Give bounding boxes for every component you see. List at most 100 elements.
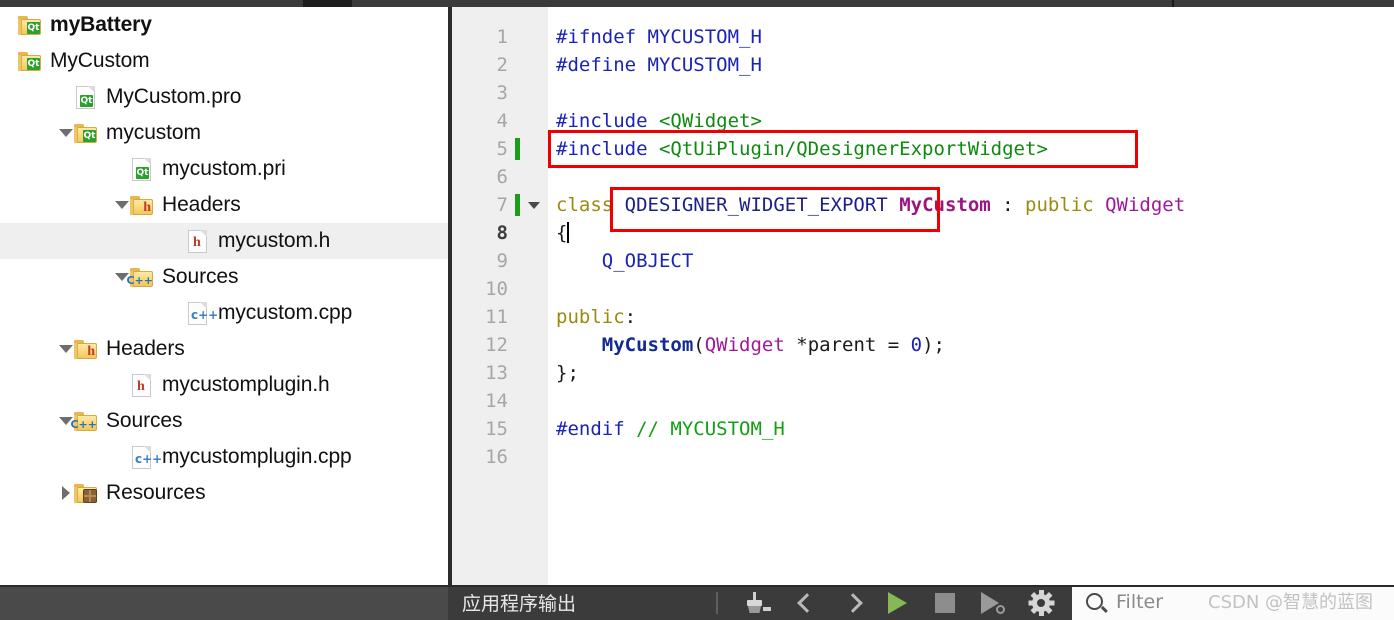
tree-item-sources[interactable]: C++ Sources	[0, 403, 448, 439]
code-token: {	[556, 222, 568, 244]
code-token: );	[922, 334, 945, 356]
code-token: :	[624, 306, 637, 328]
line-number: 14	[485, 390, 508, 412]
search-icon	[1086, 593, 1103, 610]
gutter-line: 6	[452, 163, 548, 191]
code-token: MyCustom	[899, 194, 991, 216]
line-number: 16	[485, 446, 508, 468]
stop-icon	[935, 593, 955, 613]
debug-button[interactable]	[976, 590, 1010, 616]
gutter-line: 15	[452, 415, 548, 443]
gutter-line: 7	[452, 191, 548, 219]
tree-item-sources[interactable]: C++ Sources	[0, 259, 448, 295]
project-tree-panel[interactable]: Qt myBattery Qt MyCustom Qt MyCustom.pro Qt myc…	[0, 7, 448, 585]
broom-icon	[744, 592, 771, 614]
qt-file-icon: Qt	[72, 84, 98, 110]
change-marker	[515, 138, 520, 160]
code-token: #include	[556, 110, 659, 132]
gutter-line: 4	[452, 107, 548, 135]
active-tab-marker[interactable]	[303, 0, 352, 7]
text-caret	[567, 222, 570, 243]
line-number: 8	[496, 222, 508, 244]
chevron-right-icon	[843, 593, 863, 613]
code-token: <QWidget>	[658, 110, 762, 132]
code-token: public	[556, 306, 625, 328]
tree-item-label: MyCustom	[50, 49, 150, 72]
gutter-line: 14	[452, 387, 548, 415]
code-token: #define	[556, 54, 648, 76]
stop-button[interactable]	[928, 590, 962, 616]
qt-folder-icon: Qt	[16, 48, 42, 74]
change-marker	[515, 194, 520, 216]
toolbar-separator-1	[716, 592, 718, 614]
line-number: 5	[496, 138, 508, 160]
cpp-file-icon: c++	[184, 300, 218, 326]
csdn-watermark: CSDN @智慧的蓝图	[1208, 592, 1374, 613]
top-strip-divider	[1172, 0, 1174, 7]
filter-placeholder: Filter	[1116, 591, 1164, 613]
gutter-line: 2	[452, 51, 548, 79]
code-token: QDESIGNER_WIDGET_EXPORT	[624, 194, 900, 216]
tree-item-label: mycustom.pri	[162, 157, 286, 180]
code-token: :	[990, 194, 1026, 216]
line-number: 9	[496, 250, 508, 272]
gutter-line: 9	[452, 247, 548, 275]
tree-item-mycustom-pro[interactable]: Qt MyCustom.pro	[0, 79, 448, 115]
gutter-line: 5	[452, 135, 548, 163]
play-icon	[887, 592, 907, 614]
next-item-button[interactable]	[836, 590, 870, 616]
tree-item-headers[interactable]: h Headers	[0, 187, 448, 223]
code-token: *parent =	[784, 334, 911, 356]
gutter-line: 11	[452, 303, 548, 331]
h-folder-icon: h	[128, 192, 154, 218]
tree-item-mycustom-h[interactable]: h mycustom.h	[0, 223, 448, 259]
code-token: public	[1025, 194, 1106, 216]
code-token: QWidget	[704, 334, 785, 356]
tree-item-label: Sources	[106, 409, 183, 432]
h-folder-icon: h	[72, 336, 98, 362]
code-token: Q_OBJECT	[601, 250, 694, 272]
fold-toggle-icon[interactable]	[526, 191, 542, 219]
code-token: #endif	[556, 418, 637, 440]
tree-item-label: Headers	[106, 337, 185, 360]
tree-item-label: mycustom.h	[218, 229, 331, 252]
run-button[interactable]	[880, 590, 914, 616]
previous-item-button[interactable]	[790, 590, 824, 616]
settings-button[interactable]	[1024, 590, 1058, 616]
editor-code-area[interactable]: #ifndef MYCUSTOM_H #define MYCUSTOM_H #inc…	[548, 7, 1394, 585]
tree-item-mycustomplugin-h[interactable]: h mycustomplugin.h	[0, 367, 448, 403]
code-token: 0	[910, 334, 923, 356]
line-number: 1	[496, 26, 508, 48]
clear-output-button[interactable]	[738, 590, 772, 616]
line-number: 15	[485, 418, 508, 440]
output-pane-label[interactable]: 应用程序输出	[462, 589, 576, 616]
line-number: 2	[496, 54, 508, 76]
code-token: MyCustom	[601, 334, 694, 356]
chevron-left-icon	[797, 593, 817, 613]
code-token: #ifndef	[556, 26, 648, 48]
qt-folder-icon: Qt	[72, 120, 98, 146]
tree-item-mycustom-cpp[interactable]: c++ mycustom.cpp	[0, 295, 448, 331]
tree-item-mycustom[interactable]: Qt MyCustom	[0, 43, 448, 79]
tree-item-headers[interactable]: h Headers	[0, 331, 448, 367]
gutter-line: 10	[452, 275, 548, 303]
editor-gutter[interactable]: 1 2 3 4 5 6 7 8 9 10 11 12 13 14 15 16	[452, 7, 548, 585]
gutter-line: 12	[452, 331, 548, 359]
cpp-file-icon: c++	[128, 444, 162, 470]
code-token: // MYCUSTOM_H	[636, 418, 785, 440]
line-number: 13	[485, 362, 508, 384]
tree-item-label: mycustom	[106, 121, 201, 144]
tree-item-mycustomplugin-cpp[interactable]: c++ mycustomplugin.cpp	[0, 439, 448, 475]
resource-folder-icon	[72, 480, 98, 506]
tree-item-label: mycustomplugin.cpp	[162, 445, 352, 468]
gutter-line: 16	[452, 443, 548, 471]
gutter-line: 1	[452, 23, 548, 51]
tree-item-mycustom-pri[interactable]: Qt mycustom.pri	[0, 151, 448, 187]
tree-item-mybattery[interactable]: Qt myBattery	[0, 7, 448, 43]
window-top-strip	[0, 0, 1394, 7]
line-number: 7	[496, 194, 508, 216]
tree-item-mycustom[interactable]: Qt mycustom	[0, 115, 448, 151]
tree-item-resources[interactable]: Resources	[0, 475, 448, 511]
cpp-folder-icon: C++	[126, 264, 154, 290]
